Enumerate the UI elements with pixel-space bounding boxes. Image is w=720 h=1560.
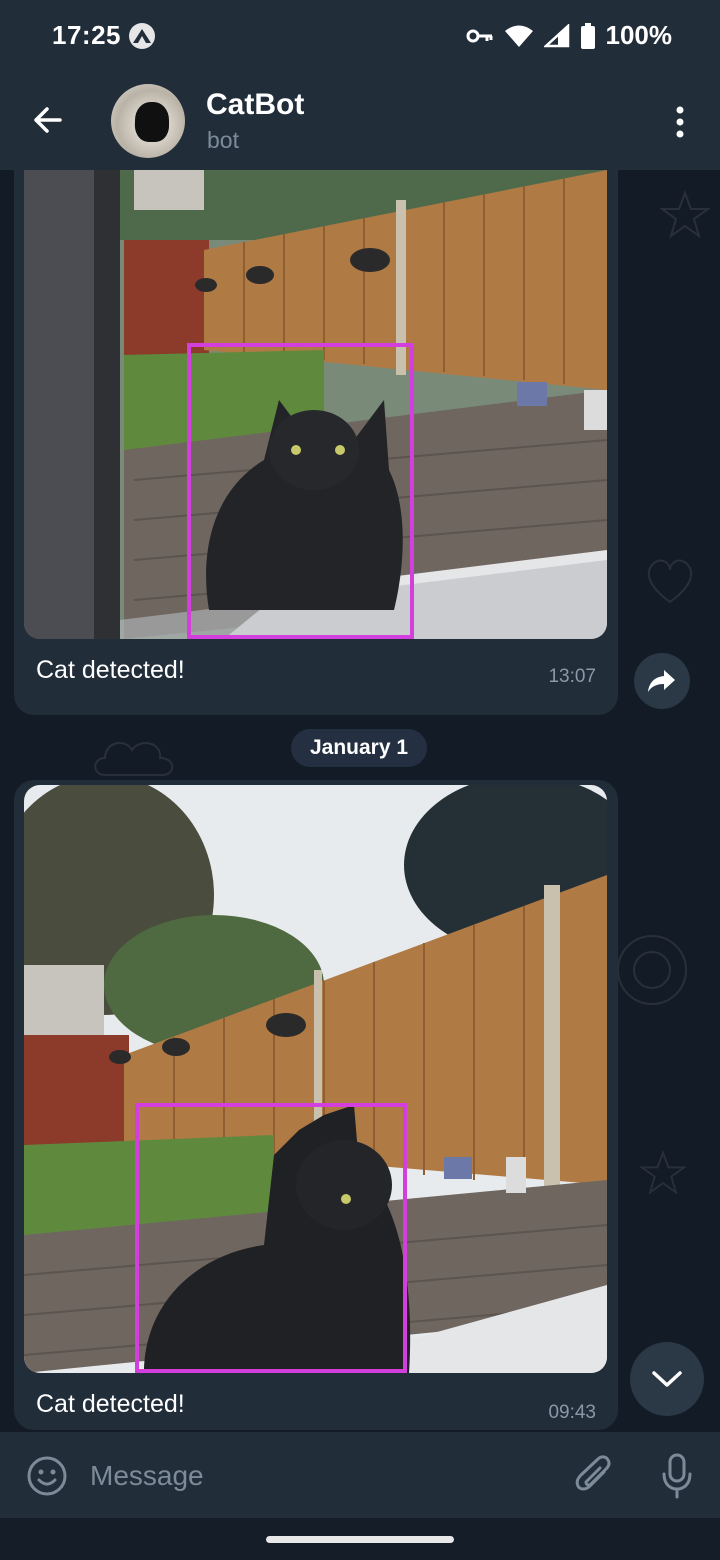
message-bubble[interactable]: Cat detected! 13:07 [14,170,618,715]
date-separator: January 1 [291,729,427,767]
scroll-to-bottom-button[interactable] [630,1342,704,1416]
app-notification-icon [129,23,155,49]
background-doodle-cloud-icon [94,742,174,776]
avatar[interactable] [111,84,185,158]
message-time: 13:07 [548,666,596,687]
message-time: 09:43 [548,1402,596,1423]
cat-detection-photo[interactable] [24,170,607,639]
cat-detection-photo[interactable] [24,785,607,1373]
chat-area[interactable]: Cat detected! 13:07 January 1 Cat detect… [0,170,720,1432]
chat-subtitle: bot [207,127,239,153]
emoji-icon[interactable] [26,1455,68,1497]
avatar-cat-photo [135,102,169,142]
status-icons: 100% [466,20,673,51]
message-bubble[interactable]: Cat detected! 09:43 [14,780,618,1430]
chat-title[interactable]: CatBot [206,88,304,122]
system-navigation-bar [0,1518,720,1560]
chevron-down-icon [652,1371,682,1387]
message-caption: Cat detected! [36,1390,185,1418]
wifi-icon [504,25,533,47]
forward-button[interactable] [634,653,690,709]
background-doodle-heart-icon [647,559,693,604]
attach-icon[interactable] [574,1454,614,1498]
message-input[interactable] [88,1450,552,1502]
vpn-key-icon [466,29,492,42]
back-arrow-icon[interactable] [28,100,68,140]
battery-percent: 100% [605,20,673,50]
status-time: 17:25 [52,20,121,50]
background-doodle-circle-icon [617,935,687,1005]
cell-signal-icon [543,23,569,47]
mic-icon[interactable] [660,1452,694,1500]
message-composer [0,1432,720,1518]
more-vert-icon[interactable] [668,102,692,142]
chat-header: CatBot bot [0,72,720,170]
share-arrow-icon [648,670,675,692]
message-caption: Cat detected! [36,656,185,684]
date-separator-label: January 1 [309,736,409,759]
status-bar: 17:25 100% [0,0,720,72]
battery-icon [580,22,595,49]
home-indicator[interactable] [266,1536,454,1543]
background-doodle-star-icon [660,190,710,239]
background-doodle-star-icon [640,1150,686,1195]
